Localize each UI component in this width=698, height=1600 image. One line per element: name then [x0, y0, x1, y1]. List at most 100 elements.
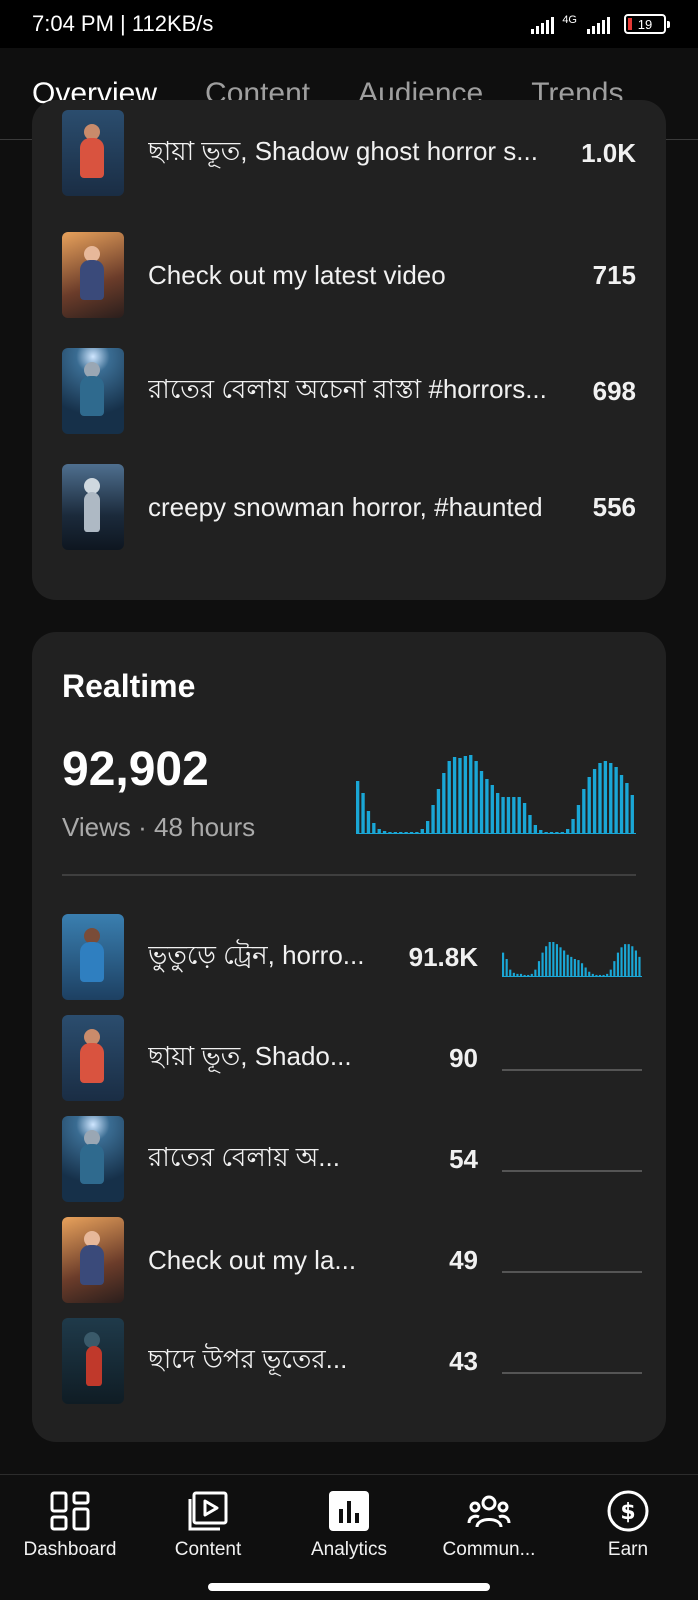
video-title: ছায়া ভূত, Shado... [148, 1041, 352, 1071]
network-type: 4G [562, 14, 577, 26]
nav-content[interactable]: Content [143, 1489, 273, 1561]
realtime-hour-bar [479, 771, 484, 833]
realtime-row[interactable]: ছায়া ভূত, Shado... 90 [62, 1015, 642, 1101]
top-content-row[interactable]: creepy snowman horror, #haunted 556 [62, 464, 636, 550]
sparkline-bar [545, 946, 548, 976]
video-views: 556 [592, 491, 636, 522]
realtime-hour-bar [539, 830, 543, 833]
video-title: ছাদে উপর ভূতের... [148, 1344, 348, 1374]
sparkline-bar [634, 950, 637, 976]
realtime-hour-bar [361, 793, 365, 833]
sparkline-bar [584, 967, 587, 976]
sparkline-bar [609, 969, 612, 977]
battery-icon: 19 [624, 14, 670, 34]
realtime-hour-bar [426, 821, 430, 833]
realtime-hour-bar [609, 763, 613, 833]
realtime-row[interactable]: ছাদে উপর ভূতের... 43 [62, 1318, 642, 1404]
nav-analytics[interactable]: Analytics [284, 1489, 414, 1561]
sparkline-bar [627, 944, 630, 977]
sparkline-bar [537, 961, 541, 977]
home-indicator[interactable] [208, 1583, 490, 1591]
analytics-icon [329, 1491, 369, 1531]
realtime-hour-bar [625, 783, 629, 833]
realtime-sparkline [502, 1069, 642, 1071]
sparkline-bar [509, 969, 512, 977]
realtime-hour-bar [571, 819, 575, 833]
realtime-hour-bar [388, 832, 392, 833]
realtime-hour-bar [463, 756, 468, 833]
realtime-sparkline [502, 1271, 642, 1273]
sparkline-bar [620, 947, 623, 976]
nav-label: Analytics [310, 1539, 388, 1560]
divider [62, 874, 636, 876]
realtime-row[interactable]: ভুতুড়ে ট্রেন, horro... 91.8K [62, 914, 642, 1000]
realtime-hour-bar [393, 832, 398, 833]
nav-dashboard[interactable]: Dashboard [5, 1489, 135, 1561]
nav-community[interactable]: Commun... [424, 1489, 554, 1561]
realtime-hour-bar [452, 757, 457, 833]
realtime-hour-bar [469, 755, 473, 833]
realtime-hour-bar [474, 761, 478, 833]
sparkline-bar [502, 952, 505, 977]
realtime-hour-bar [399, 832, 403, 833]
realtime-hour-bar [614, 767, 618, 833]
sparkline-bar [530, 973, 533, 977]
video-views: 91.8K [408, 941, 478, 972]
sparkline-bar [512, 972, 515, 976]
top-content-row[interactable]: রাতের বেলায় অচেনা রাস্তা #horrors... 69… [62, 348, 636, 434]
earn-icon: $ [607, 1490, 649, 1532]
realtime-hour-bar [409, 832, 414, 833]
sparkline-bar [563, 950, 566, 976]
video-thumbnail [62, 914, 124, 1000]
realtime-row[interactable]: রাতের বেলায় অ... 54 [62, 1116, 642, 1202]
nav-label: Content [174, 1539, 242, 1560]
battery-level: 19 [637, 16, 653, 32]
sparkline-bar [598, 974, 602, 976]
realtime-subtitle: Views · 48 hours [62, 812, 256, 842]
video-views: 49 [449, 1244, 478, 1275]
realtime-hour-bar [382, 831, 387, 833]
bottom-navigation: Dashboard Content Analytics Commun... $ … [0, 1474, 698, 1600]
sparkline-bar [624, 944, 627, 977]
top-content-card: ছায়া ভূত, Shadow ghost horror s... 1.0K… [32, 100, 666, 600]
sparkline-bar [573, 959, 576, 976]
nav-label: Earn [607, 1539, 649, 1560]
realtime-hour-bar [630, 795, 634, 833]
video-thumbnail [62, 464, 124, 550]
realtime-hour-bar [420, 829, 424, 833]
video-thumbnail [62, 110, 124, 196]
video-thumbnail [62, 348, 124, 434]
video-views: 1.0K [581, 137, 636, 168]
realtime-card[interactable]: Realtime 92,902 Views · 48 hours ভুতুড়ে… [32, 632, 666, 1442]
realtime-hour-bar [447, 761, 451, 833]
sparkline-bar [559, 947, 562, 976]
sparkline-bar [616, 952, 620, 977]
top-content-row[interactable]: ছায়া ভূত, Shadow ghost horror s... 1.0K [62, 110, 636, 196]
top-content-row[interactable]: Check out my latest video 715 [62, 232, 636, 318]
video-views: 43 [449, 1345, 478, 1376]
sparkline-bar [613, 961, 616, 977]
video-views: 54 [449, 1143, 478, 1174]
sparkline-bar [541, 952, 544, 977]
realtime-hour-bar [458, 758, 462, 833]
sparkline-bar [577, 960, 580, 976]
nav-label: Commun... [442, 1539, 536, 1560]
sparkline-bar [566, 954, 569, 976]
sparkline-bar [555, 944, 558, 977]
community-icon [467, 1495, 511, 1528]
realtime-hour-bar [528, 815, 532, 833]
realtime-hour-bar [517, 797, 521, 833]
video-title: রাতের বেলায় অচেনা রাস্তা #horrors... [148, 374, 547, 404]
realtime-hour-bar [366, 811, 371, 833]
realtime-row[interactable]: Check out my la... 49 [62, 1217, 642, 1303]
video-thumbnail [62, 232, 124, 318]
realtime-hour-bar [560, 832, 564, 833]
sparkline-bar [534, 969, 537, 977]
realtime-hour-bar [576, 805, 581, 833]
realtime-hour-bar [415, 832, 419, 833]
signal-icon-2 [587, 14, 610, 34]
realtime-hour-bar [619, 775, 624, 833]
video-title: Check out my la... [148, 1244, 357, 1275]
realtime-hour-bar [566, 829, 570, 833]
nav-earn[interactable]: $ Earn [563, 1489, 693, 1561]
